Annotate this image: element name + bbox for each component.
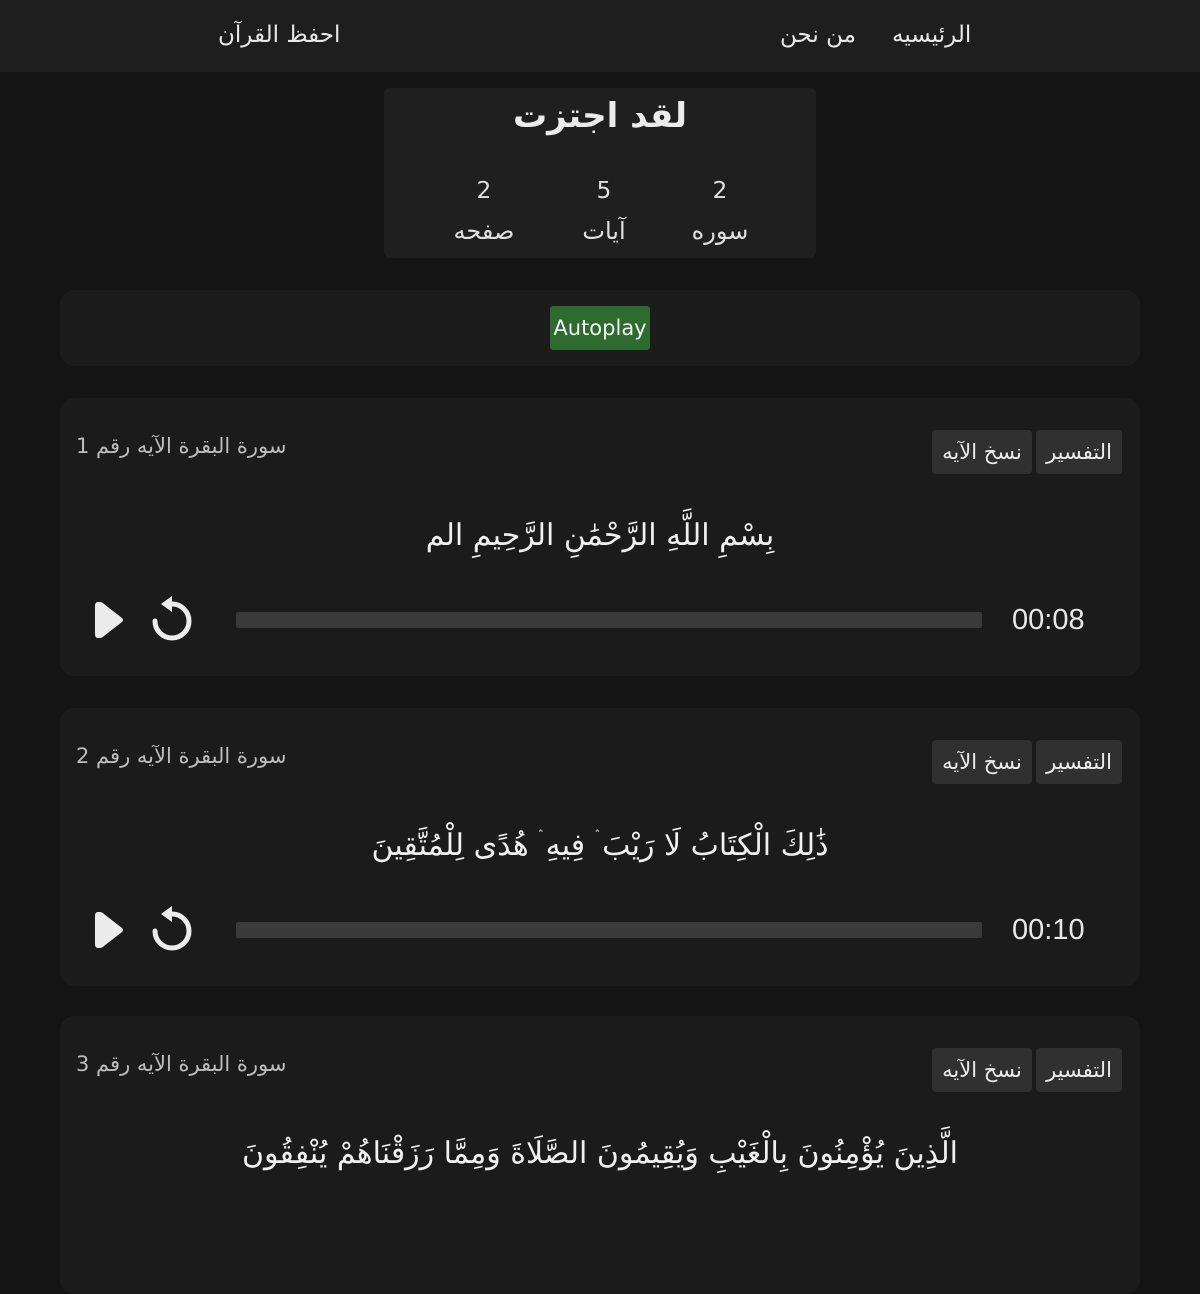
audio-player: 00:10: [60, 894, 1140, 966]
copy-ayah-button[interactable]: نسخ الآيه: [932, 740, 1032, 784]
copy-ayah-button[interactable]: نسخ الآيه: [932, 430, 1032, 474]
progress-stats-card: لقد اجتزت 2 سوره 5 آيات 2 صفحه: [384, 88, 816, 258]
ayah-text: الَّذِينَ يُؤْمِنُونَ بِالْغَيْبِ وَيُقِ…: [242, 1136, 958, 1171]
stat-surah-label: سوره: [691, 217, 749, 245]
play-icon[interactable]: [92, 908, 126, 952]
audio-duration: 00:08: [1012, 604, 1085, 636]
ayah-card: سورة البقرة الآيه رقم 1 نسخ الآيه التفسي…: [60, 398, 1140, 676]
ayah-reference: سورة البقرة الآيه رقم 3: [76, 1052, 287, 1076]
audio-player: 00:08: [60, 584, 1140, 656]
tafsir-button[interactable]: التفسير: [1036, 1048, 1122, 1092]
audio-progress-track[interactable]: [236, 612, 982, 628]
stat-surah-value: 2: [712, 178, 728, 204]
autoplay-button[interactable]: Autoplay: [550, 306, 650, 350]
autoplay-bar: Autoplay: [60, 290, 1140, 366]
ayah-reference: سورة البقرة الآيه رقم 1: [76, 434, 287, 458]
ayah-reference: سورة البقرة الآيه رقم 2: [76, 744, 287, 768]
nav-home-link[interactable]: الرئيسيه: [892, 22, 971, 48]
replay-icon[interactable]: [148, 594, 196, 644]
top-navbar: الرئيسيه من نحن احفظ القرآن: [0, 0, 1200, 72]
brand-link[interactable]: احفظ القرآن: [218, 22, 340, 48]
ayah-card: سورة البقرة الآيه رقم 2 نسخ الآيه التفسي…: [60, 708, 1140, 986]
ayah-card: سورة البقرة الآيه رقم 3 نسخ الآيه التفسي…: [60, 1016, 1140, 1294]
ayah-text: ذَٰلِكَ الْكِتَابُ لَا رَيْبَ ۛ فِيهِ ۛ …: [371, 828, 829, 863]
copy-ayah-button[interactable]: نسخ الآيه: [932, 1048, 1032, 1092]
stat-page-label: صفحه: [453, 217, 515, 245]
stats-title: لقد اجتزت: [512, 96, 688, 136]
stat-ayat-label: آيات: [582, 217, 626, 245]
audio-duration: 00:10: [1012, 914, 1085, 946]
replay-icon[interactable]: [148, 904, 196, 954]
play-icon[interactable]: [92, 598, 126, 642]
nav-about-link[interactable]: من نحن: [780, 22, 856, 48]
stat-page-value: 2: [476, 178, 492, 204]
tafsir-button[interactable]: التفسير: [1036, 430, 1122, 474]
tafsir-button[interactable]: التفسير: [1036, 740, 1122, 784]
stat-ayat-value: 5: [596, 178, 612, 204]
ayah-text: بِسْمِ اللَّهِ الرَّحْمَٰنِ الرَّحِيمِ ا…: [425, 518, 775, 553]
audio-progress-track[interactable]: [236, 922, 982, 938]
